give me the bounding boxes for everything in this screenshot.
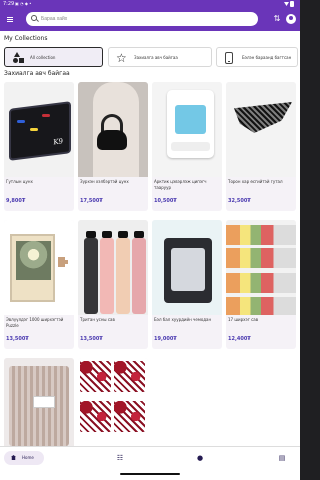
- gesture-bar[interactable]: [120, 473, 180, 475]
- menu-icon[interactable]: [5, 15, 15, 25]
- status-time: 7:29: [3, 1, 15, 7]
- product-name: Гутлын цүнх: [6, 179, 33, 184]
- product-name: Тритан усны сав: [80, 317, 115, 322]
- lingerie-image: [78, 358, 148, 453]
- status-icons: ▣ ◔ ◆ •: [15, 1, 32, 6]
- product-price: 17,500₮: [80, 198, 103, 204]
- product-card[interactable]: Гутлын цүнх 9,800₮: [4, 82, 74, 211]
- system-navigation: [0, 468, 300, 480]
- home-tab[interactable]: Home: [4, 451, 44, 465]
- search-box[interactable]: [26, 12, 258, 26]
- collection-label: Захиалга авч байгаа: [134, 55, 178, 60]
- heart-bag-image: [78, 82, 148, 177]
- product-price: 19,000₮: [154, 336, 177, 342]
- phone-icon: [225, 52, 233, 64]
- product-name: Бэл бал хуурдийн чемодан: [154, 317, 212, 322]
- shapes-icon: [12, 52, 24, 64]
- product-name: Зүрхэн хэлбэртэй цүнх: [80, 179, 129, 184]
- blanket-image: [4, 358, 74, 453]
- collections-title: My Collections: [4, 35, 48, 42]
- search-input[interactable]: [41, 13, 231, 25]
- lace-heel-image: [226, 82, 296, 177]
- container-set-image: [226, 220, 296, 315]
- product-card[interactable]: Арктик цэвэрлэж ципэгч тааруур 10,500₮: [152, 82, 222, 211]
- product-price: 13,500₮: [6, 336, 29, 342]
- collection-label: Бэлэн бараанд багтсан: [242, 55, 292, 60]
- product-name: Торон хар өсгийтэй гутал: [228, 179, 283, 184]
- home-icon: [11, 455, 16, 460]
- product-price: 10,500₮: [154, 198, 177, 204]
- product-card[interactable]: Тритан усны сав 13,500₮: [78, 220, 148, 349]
- search-icon: [31, 15, 38, 22]
- product-name: 17 ширхэг сав: [228, 317, 259, 322]
- water-bottle-image: [78, 220, 148, 315]
- status-right-icons: [284, 1, 296, 7]
- product-card[interactable]: Бэл бал хуурдийн чемодан 19,000₮: [152, 220, 222, 349]
- bottom-navigation: Home ☷ ● ▤: [0, 446, 300, 468]
- top-app-bar: ⇅: [0, 8, 300, 31]
- star-icon: ☆: [116, 51, 127, 65]
- profile-icon[interactable]: [286, 14, 296, 24]
- ordering-collection-tab[interactable]: ☆ Захиалга авч байгаа: [108, 47, 212, 67]
- air-cooler-image: [152, 82, 222, 177]
- product-name: Эвлүүлдэг 1000 ширхэгтэй Puzzle: [6, 317, 64, 328]
- bell-icon[interactable]: ●: [196, 454, 204, 462]
- collection-label: All collection: [30, 55, 56, 60]
- app-screen: 7:29 ▣ ◔ ◆ • ⇅ My Collections All collec…: [0, 0, 300, 480]
- product-price: 12,400₮: [228, 336, 251, 342]
- sort-icon[interactable]: ⇅: [272, 14, 282, 24]
- battery-icon: [290, 1, 294, 7]
- puzzle-image: [4, 220, 74, 315]
- product-price: 32,500₮: [228, 198, 251, 204]
- product-card[interactable]: Торон хар өсгийтэй гутал 32,500₮: [226, 82, 296, 211]
- home-label: Home: [22, 455, 34, 460]
- ordering-section-title: Захиалга авч байгаа: [4, 70, 70, 77]
- cosmetic-case-image: [152, 220, 222, 315]
- shoe-bag-image: [4, 82, 74, 177]
- product-name: Арктик цэвэрлэж ципэгч тааруур: [154, 179, 207, 190]
- list-icon[interactable]: ☷: [116, 454, 124, 462]
- ready-collection-tab[interactable]: Бэлэн бараанд багтсан: [216, 47, 298, 67]
- product-price: 9,800₮: [6, 198, 26, 204]
- product-card[interactable]: Зүрхэн хэлбэртэй цүнх 17,500₮: [78, 82, 148, 211]
- product-card[interactable]: 17 ширхэг сав 12,400₮: [226, 220, 296, 349]
- product-grid: Гутлын цүнх 9,800₮ Зүрхэн хэлбэртэй цүнх…: [4, 82, 296, 480]
- all-collection-tab[interactable]: All collection: [4, 47, 103, 67]
- status-bar: 7:29 ▣ ◔ ◆ •: [0, 0, 300, 8]
- collection-tabs: All collection ☆ Захиалга авч байгаа Бэл…: [4, 47, 298, 67]
- cart-icon[interactable]: ▤: [278, 454, 286, 462]
- product-card[interactable]: Эвлүүлдэг 1000 ширхэгтэй Puzzle 13,500₮: [4, 220, 74, 349]
- product-price: 13,500₮: [80, 336, 103, 342]
- wifi-icon: [284, 2, 289, 6]
